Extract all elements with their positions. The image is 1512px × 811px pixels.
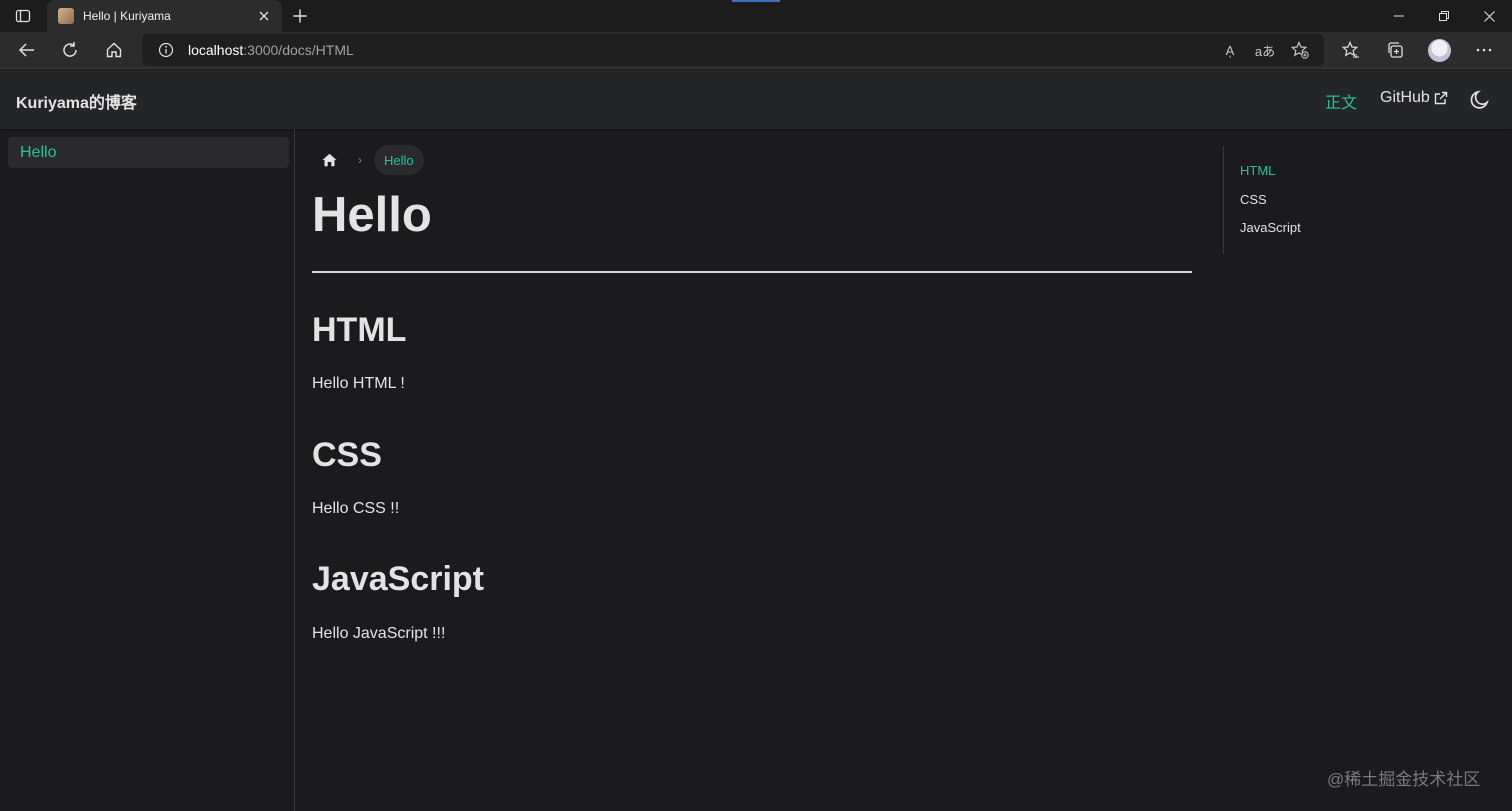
- toc-item-html[interactable]: HTML: [1240, 163, 1275, 178]
- browser-tab-bar: Hello | Kuriyama: [0, 0, 1512, 32]
- section-heading-css: CSS: [312, 436, 382, 474]
- browser-tab-active[interactable]: Hello | Kuriyama: [47, 0, 282, 32]
- close-icon: [259, 11, 269, 21]
- plus-icon: [293, 9, 307, 23]
- url-text[interactable]: localhost:3000/docs/HTML: [188, 42, 354, 58]
- translate-icon: aあ: [1254, 43, 1276, 59]
- section-text-html: Hello HTML !: [312, 375, 405, 392]
- browser-toolbar: localhost:3000/docs/HTML Aͅ aあ: [0, 32, 1512, 69]
- doc-main: › Hello Hello HTML Hello HTML ! CSS Hell…: [296, 129, 1212, 811]
- favorites-icon: [1342, 41, 1360, 59]
- window-top-indicator: [732, 0, 780, 2]
- moon-icon: [1469, 89, 1491, 111]
- docs-sidebar: Hello: [0, 129, 295, 811]
- read-aloud-icon: Aͅ: [1225, 42, 1235, 58]
- add-favorite-button[interactable]: [1289, 40, 1311, 60]
- profile-avatar[interactable]: [1428, 39, 1451, 62]
- external-link-icon: [1434, 91, 1448, 105]
- sidebar-item-hello[interactable]: Hello: [8, 137, 289, 168]
- favorite-add-icon: [1291, 41, 1309, 59]
- more-button[interactable]: [1469, 36, 1499, 64]
- section-heading-html: HTML: [312, 311, 407, 349]
- nav-link-github-label: GitHub: [1380, 89, 1430, 106]
- close-icon: [1483, 10, 1495, 22]
- address-bar[interactable]: localhost:3000/docs/HTML Aͅ aあ: [142, 34, 1324, 66]
- theme-toggle-button[interactable]: [1466, 86, 1494, 114]
- title-divider: [312, 271, 1192, 273]
- home-icon: [322, 153, 337, 167]
- toc-item-css[interactable]: CSS: [1240, 192, 1267, 207]
- window-close-button[interactable]: [1466, 0, 1512, 32]
- refresh-button[interactable]: [55, 36, 85, 64]
- restore-icon: [1439, 11, 1449, 21]
- collections-icon: [1386, 41, 1404, 59]
- breadcrumb: › Hello: [312, 145, 424, 175]
- breadcrumb-current: Hello: [374, 145, 424, 175]
- site-navbar: Kuriyama的博客 正文 GitHub: [0, 70, 1512, 129]
- minimize-icon: [1394, 11, 1404, 21]
- toc-item-javascript[interactable]: JavaScript: [1240, 220, 1301, 235]
- site-favicon-icon: [58, 8, 74, 24]
- new-tab-button[interactable]: [287, 4, 313, 28]
- home-icon: [105, 41, 123, 59]
- watermark: @稀土掘金技术社区: [1327, 770, 1481, 789]
- url-path: :3000/docs/HTML: [243, 42, 354, 58]
- sidebar-toggle-icon: [15, 8, 31, 24]
- sidebar-item-label: Hello: [20, 143, 57, 161]
- section-text-css: Hello CSS !!: [312, 500, 400, 517]
- minimize-button[interactable]: [1376, 0, 1422, 32]
- translate-button[interactable]: aあ: [1254, 40, 1276, 60]
- refresh-icon: [61, 41, 79, 59]
- more-icon: [1476, 48, 1492, 52]
- restore-button[interactable]: [1421, 0, 1467, 32]
- page-title: Hello: [312, 188, 432, 242]
- collections-button[interactable]: [1380, 36, 1410, 64]
- table-of-contents: HTML CSS JavaScript: [1223, 146, 1493, 254]
- favorites-button[interactable]: [1336, 36, 1366, 64]
- url-host: localhost: [188, 42, 244, 58]
- home-button[interactable]: [99, 36, 129, 64]
- info-icon[interactable]: [158, 42, 174, 58]
- breadcrumb-separator: ›: [358, 153, 362, 167]
- section-heading-javascript: JavaScript: [312, 560, 484, 598]
- read-aloud-button[interactable]: Aͅ: [1219, 40, 1241, 60]
- tab-close-button[interactable]: [252, 4, 276, 28]
- site-brand-link[interactable]: Kuriyama的博客: [16, 89, 137, 113]
- nav-link-github[interactable]: GitHub: [1380, 89, 1448, 107]
- section-text-javascript: Hello JavaScript !!!: [312, 625, 446, 642]
- back-button[interactable]: [12, 36, 42, 64]
- nav-link-docs[interactable]: 正文: [1325, 89, 1357, 113]
- tab-actions-button[interactable]: [8, 5, 38, 27]
- tab-title: Hello | Kuriyama: [83, 9, 171, 23]
- breadcrumb-home-link[interactable]: [312, 145, 346, 175]
- back-arrow-icon: [18, 42, 36, 58]
